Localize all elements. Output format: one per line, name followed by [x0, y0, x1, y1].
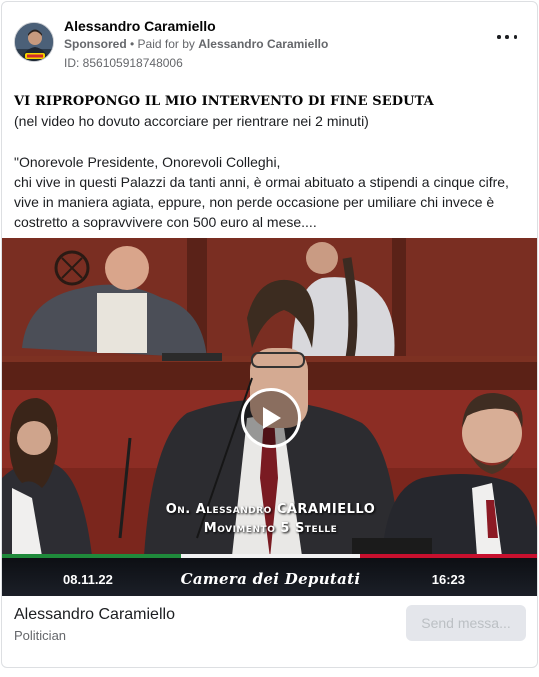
sponsored-meta: Sponsored • Paid for by Alessandro Caram…: [64, 37, 328, 51]
more-options-icon[interactable]: [497, 30, 517, 44]
author-avatar[interactable]: [14, 22, 54, 62]
broadcast-time: 16:23: [431, 572, 465, 587]
video-caption-party: Movimento 5 Stelle: [203, 521, 338, 536]
send-message-button[interactable]: Send messa...: [406, 605, 526, 641]
play-icon: [263, 407, 281, 429]
ad-id: ID: 856105918748006: [64, 56, 183, 70]
post-subline: (nel video ho dovuto accorciare per rien…: [14, 113, 369, 129]
author-name[interactable]: Alessandro Caramiello: [64, 18, 216, 34]
footer-page-name[interactable]: Alessandro Caramiello: [14, 606, 175, 624]
post-body-text: "Onorevole Presidente, Onorevoli Collegh…: [14, 154, 509, 230]
sponsored-label: Sponsored: [64, 37, 127, 51]
video-player[interactable]: On. Alessandro CARAMIELLO Movimento 5 St…: [2, 238, 537, 596]
sponsored-post-card: Alessandro Caramiello Sponsored • Paid f…: [1, 1, 538, 668]
play-button[interactable]: [241, 388, 301, 448]
paid-for-name: Alessandro Caramiello: [198, 37, 329, 51]
post-headline: VI RIPROPONGO IL MIO INTERVENTO DI FINE …: [14, 94, 434, 109]
video-caption-name: On. Alessandro CARAMIELLO: [165, 502, 376, 517]
footer-page-category: Politician: [14, 628, 67, 643]
paid-for-prefix: • Paid for by: [130, 37, 195, 51]
